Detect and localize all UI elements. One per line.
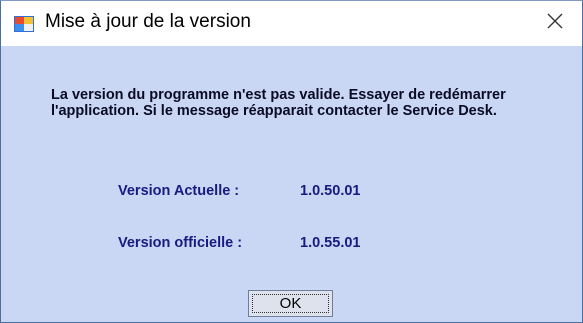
ok-button[interactable]: OK — [248, 290, 333, 317]
close-button[interactable] — [528, 1, 582, 46]
ok-button-label: OK — [279, 295, 302, 312]
current-version-label: Version Actuelle : — [118, 183, 240, 199]
dialog-body: La version du programme n'est pas valide… — [1, 46, 582, 322]
official-version-label: Version officielle : — [118, 235, 243, 251]
app-window-icon — [14, 14, 34, 34]
title-bar[interactable]: Mise à jour de la version — [1, 1, 582, 46]
dialog-window: Mise à jour de la version La version du … — [0, 0, 583, 323]
current-version-value: 1.0.50.01 — [300, 183, 361, 199]
close-icon — [546, 12, 564, 35]
window-title: Mise à jour de la version — [45, 11, 251, 32]
official-version-value: 1.0.55.01 — [300, 235, 361, 251]
error-message: La version du programme n'est pas valide… — [51, 87, 506, 119]
